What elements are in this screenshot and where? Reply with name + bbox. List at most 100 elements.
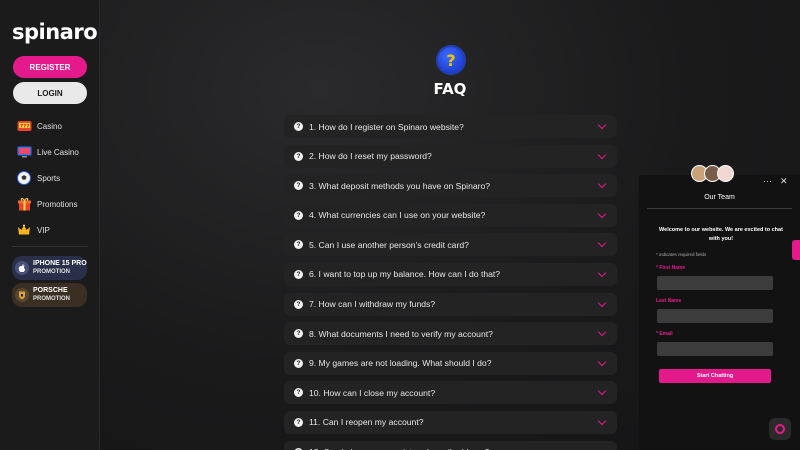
nav-label: Promotions [37,199,78,209]
soccer-ball-icon [16,170,32,186]
first-name-label: * First Name [656,265,686,271]
faq-question: 5. Can I use another person’s credit car… [309,239,469,250]
promo-iphone[interactable]: IPHONE 15 PRO PROMOTION [12,256,87,280]
side-tab[interactable] [792,240,800,260]
chevron-down-icon[interactable] [597,416,607,426]
required-note: * indicates required fields [656,252,706,257]
faq-item[interactable]: ? 11. Can I reopen my account? [284,410,617,434]
email-label: * Email [656,331,673,337]
faq-item[interactable]: ? 6. I want to top up my balance. How can… [284,262,617,286]
start-chatting-button[interactable]: Start Chatting [659,369,771,383]
crown-icon [16,222,32,238]
chevron-down-icon[interactable] [597,268,607,278]
question-badge-icon: ? [294,151,303,161]
more-options-icon[interactable]: ··· [763,176,772,186]
question-mark-icon: ? [438,47,464,73]
first-name-field[interactable] [657,276,773,290]
faq-question: 6. I want to top up my balance. How can … [309,269,501,280]
apple-icon [15,261,29,275]
faq-question: 4. What currencies can I use on your web… [309,210,486,221]
page-title: FAQ [433,80,467,98]
register-button[interactable]: REGISTER [13,56,87,78]
promo-subtitle: PROMOTION [33,269,70,275]
chevron-down-icon[interactable] [597,179,607,189]
question-badge-icon: ? [294,210,303,220]
question-badge-icon: ? [294,299,303,309]
nav-item-sports[interactable]: Sports [16,169,96,187]
faq-question: 11. Can I reopen my account? [309,417,424,428]
first-name-label-text: First Name [659,265,686,271]
svg-text:777: 777 [20,124,29,130]
nav-label: Live Casino [37,147,79,157]
chevron-down-icon[interactable] [597,446,607,450]
faq-item[interactable]: ? 4. What currencies can I use on your we… [284,203,617,227]
question-glyph: ? [446,50,456,70]
chat-team-label: Our Team [704,194,735,201]
faq-item[interactable]: ? 8. What documents I need to verify my a… [284,322,617,346]
chat-widget: ··· ✕ Our Team Welcome to our website. W… [639,165,800,450]
question-badge-icon: ? [294,329,303,339]
question-badge-icon: ? [294,358,303,368]
email-label-text: Email [659,331,673,337]
chevron-down-icon[interactable] [597,209,607,219]
sidebar: spinaro REGISTER LOGIN 777 Casino Live C… [0,0,100,450]
faq-list: ? 1. How do I register on Spinaro website… [284,115,617,450]
faq-item[interactable]: ?12. Can I change my registered email ad… [284,440,617,450]
logo-text: spinaro [12,20,98,44]
faq-item[interactable]: ? 2. How do I reset my password? [284,144,617,168]
login-button[interactable]: LOGIN [13,82,87,104]
porsche-crest-icon [15,288,29,302]
chevron-down-icon[interactable] [597,239,607,248]
faq-question: 1. How do I register on Spinaro website? [309,121,464,132]
nav-item-live-casino[interactable]: Live Casino [16,143,96,161]
nav-item-casino[interactable]: 777 Casino [16,117,96,135]
promo-porsche[interactable]: PORSCHE PROMOTION [12,283,87,307]
promo-subtitle: PROMOTION [33,296,70,302]
email-field[interactable] [657,342,773,356]
chevron-down-icon[interactable] [597,120,607,130]
last-name-label: Last Name [656,298,681,304]
promo-title: IPHONE 15 PRO [33,260,87,267]
nav-label: Casino [37,121,62,131]
chevron-down-icon[interactable] [597,150,607,159]
live-tv-icon [16,144,32,160]
faq-item[interactable]: ? 5. Can I use another person’s credit ca… [284,233,617,257]
faq-question: 2. How do I reset my password? [309,151,432,162]
faq-question: 8. What documents I need to verify my ac… [309,328,493,339]
question-badge-icon: ? [294,240,303,250]
faq-question: 3. What deposit methods you have on Spin… [309,180,491,191]
question-badge-icon: ? [294,388,303,398]
nav-label: Sports [37,173,61,183]
nav-item-vip[interactable]: VIP [16,221,96,239]
nav-item-promotions[interactable]: Promotions [16,195,96,213]
question-badge-icon: ? [294,122,303,131]
faq-question: 7. How can I withdraw my funds? [309,299,436,310]
chevron-down-icon[interactable] [597,387,607,396]
chevron-down-icon[interactable] [597,357,607,366]
required-note-text: * indicates required fields [656,252,707,257]
nav-label: VIP [37,225,50,235]
chat-welcome-text: Welcome to our website. We are excited t… [659,227,783,242]
chat-bubble-icon [775,424,785,434]
question-badge-icon: ? [294,269,303,279]
close-icon[interactable]: ✕ [780,176,788,187]
faq-item[interactable]: ? 3. What deposit methods you have on Spi… [284,174,617,198]
faq-item[interactable]: ? 7. How can I withdraw my funds? [284,292,617,316]
faq-question: 10. How can I close my account? [309,387,436,398]
chevron-down-icon[interactable] [597,298,607,307]
gift-icon [16,196,32,212]
team-avatars [691,165,734,182]
chevron-down-icon[interactable] [597,327,607,337]
spinaro-logo[interactable]: spinaro [12,18,98,46]
chat-launcher-button[interactable] [769,418,791,440]
divider [647,208,792,209]
avatar [717,165,734,182]
faq-item[interactable]: ? 1. How do I register on Spinaro website… [284,115,617,138]
faq-item[interactable]: ? 9. My games are not loading. What shoul… [284,351,617,375]
question-badge-icon: ? [294,181,303,191]
last-name-field[interactable] [657,309,773,323]
question-badge-icon: ? [294,417,303,427]
promo-title: PORSCHE [33,287,68,294]
faq-question: 9. My games are not loading. What should… [309,358,492,369]
faq-item[interactable]: ? 10. How can I close my account? [284,381,617,405]
